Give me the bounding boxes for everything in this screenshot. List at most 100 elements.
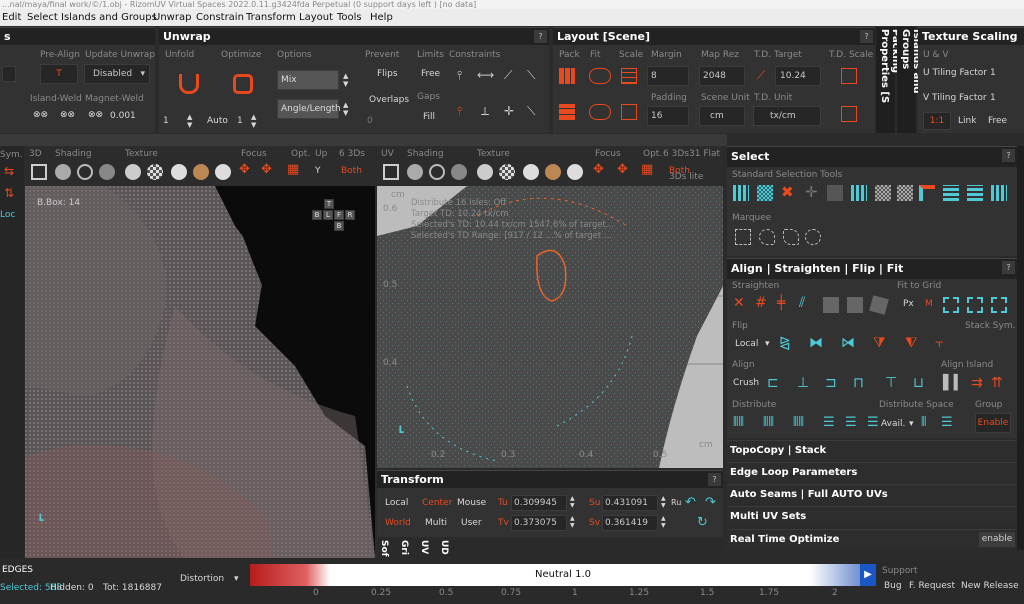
tv-field[interactable]: 0.373075 bbox=[511, 515, 567, 531]
packing-properties-tab[interactable]: Packing Properties [S bbox=[876, 27, 901, 133]
optimize-icon[interactable] bbox=[233, 74, 253, 94]
focus-selected-icon[interactable]: ✥ bbox=[261, 162, 272, 177]
update-unwrap-select[interactable]: Disabled ▾ bbox=[84, 64, 150, 84]
clear-constraint-icon[interactable]: ⟍ bbox=[527, 104, 535, 119]
distribute-c-icon[interactable]: ⫴⫴ bbox=[793, 415, 804, 430]
uv-solid-sphere-icon[interactable] bbox=[451, 164, 467, 180]
u-tiling-field[interactable]: 1 bbox=[990, 68, 996, 78]
invert-selection-icon[interactable] bbox=[827, 185, 843, 201]
section-auto-seams[interactable]: Auto Seams | Full AUTO UVs bbox=[727, 484, 1017, 504]
menu-edit[interactable]: Edit bbox=[2, 9, 21, 26]
magnet-weld-icon[interactable]: ⊗⊗ bbox=[88, 110, 103, 120]
angle-length-field[interactable]: Angle/Length bbox=[277, 99, 341, 119]
fit-icon[interactable] bbox=[589, 68, 611, 84]
distribute-a-icon[interactable]: ⫴⫴ bbox=[733, 415, 744, 430]
marquee-poly-icon[interactable] bbox=[783, 229, 799, 245]
grow-selection-icon[interactable]: ✛ bbox=[805, 183, 818, 201]
horizontal-constraint-icon[interactable]: ⟷ bbox=[477, 68, 494, 82]
distribute-b-icon[interactable]: ⫴⫴ bbox=[763, 415, 774, 430]
select-islands-icon[interactable] bbox=[733, 185, 749, 201]
right-scrollbar[interactable] bbox=[1017, 146, 1024, 550]
select-grid-icon[interactable] bbox=[991, 185, 1007, 201]
new-release-link[interactable]: New Release bbox=[961, 581, 1019, 591]
vertical-constraint-icon[interactable]: ⟂ bbox=[481, 104, 489, 119]
v-tiling-field[interactable]: 1 bbox=[990, 93, 996, 103]
select-help-button[interactable]: ? bbox=[1002, 149, 1015, 162]
texture-c-icon[interactable] bbox=[215, 164, 231, 180]
overlaps-value[interactable]: 0 bbox=[367, 116, 373, 126]
unfold-icon[interactable] bbox=[179, 74, 199, 94]
mix-stepper[interactable]: ▲ ▼ bbox=[343, 72, 348, 88]
align-island-a-icon[interactable]: ▌▍ bbox=[943, 375, 965, 391]
magnet-weld-value[interactable]: 0.001 bbox=[110, 111, 136, 121]
unfold-stepper[interactable]: ▲ ▼ bbox=[187, 113, 192, 129]
uv-texture-c-icon[interactable] bbox=[567, 164, 583, 180]
fit-grid-m-button[interactable]: M bbox=[925, 299, 933, 309]
align-island-b-icon[interactable]: ⇉ bbox=[971, 375, 983, 391]
select-rows-icon[interactable] bbox=[943, 185, 959, 201]
optimize-iterations-value[interactable]: 1 bbox=[237, 116, 243, 126]
optimize-auto-value[interactable]: Auto bbox=[207, 116, 228, 126]
align-help-button[interactable]: ? bbox=[1002, 261, 1015, 274]
unfold-iterations-value[interactable]: 1 bbox=[163, 116, 169, 126]
flip-u-icon[interactable]: ⧒ bbox=[841, 335, 855, 351]
uv-opt-icon[interactable]: ▦ bbox=[641, 162, 653, 177]
mix-field[interactable]: Mix bbox=[277, 70, 339, 90]
weld-icon[interactable]: ⊗⊗ bbox=[33, 110, 48, 120]
section-multi-uv-sets[interactable]: Multi UV Sets bbox=[727, 506, 1017, 526]
transform-multi-button[interactable]: Multi bbox=[425, 518, 447, 528]
align-island-c-icon[interactable]: ⇈ bbox=[991, 375, 1003, 391]
td-scale-apply-icon[interactable] bbox=[841, 106, 857, 122]
select-overlaps-icon[interactable] bbox=[851, 185, 867, 201]
align-right-icon[interactable]: ⊐ bbox=[825, 375, 837, 391]
mirror-b-icon[interactable]: ⧨ bbox=[905, 335, 918, 351]
sym-icon[interactable]: ⇆ bbox=[4, 164, 14, 178]
uv-frame-icon[interactable] bbox=[383, 164, 399, 180]
tu-stepper[interactable]: ▲ ▼ bbox=[570, 495, 575, 509]
deselect-icon[interactable]: ✖ bbox=[781, 183, 794, 201]
viewport-uv[interactable]: UV Shading Texture Focus Opt. 6 3Ds 31 F… bbox=[377, 146, 723, 468]
rotate-ccw-icon[interactable]: ↶ bbox=[685, 495, 696, 510]
fit-grid-c-icon[interactable] bbox=[991, 297, 1007, 313]
view-cube[interactable]: T B L F R B bbox=[312, 199, 355, 235]
select-border-icon[interactable] bbox=[919, 185, 935, 201]
map-rez-field[interactable]: 2048 bbox=[699, 66, 745, 86]
flip-local-select[interactable]: Local bbox=[735, 339, 758, 349]
tab-uv[interactable]: UV bbox=[419, 540, 429, 554]
ratio-button[interactable]: 1:1 bbox=[923, 112, 951, 130]
tu-field[interactable]: 0.309945 bbox=[511, 495, 567, 511]
straighten-x-icon[interactable]: ✕ bbox=[733, 295, 745, 311]
texture-sphere-icon[interactable] bbox=[125, 164, 141, 180]
align-top-icon[interactable]: ⊓ bbox=[853, 375, 864, 391]
marquee-circle-icon[interactable] bbox=[805, 229, 821, 245]
menu-unwrap[interactable]: Unwrap bbox=[153, 9, 191, 26]
select-flipped-icon[interactable] bbox=[875, 185, 891, 201]
view-cube-top[interactable]: T bbox=[324, 199, 334, 209]
td-scale-icon[interactable] bbox=[841, 68, 857, 84]
scene-unit-select[interactable]: cm bbox=[699, 106, 745, 126]
eyedropper-icon[interactable]: ⟋ bbox=[757, 68, 765, 83]
scale-all-icon[interactable] bbox=[621, 104, 637, 120]
margin-field[interactable]: 8 bbox=[647, 66, 689, 86]
su-stepper[interactable]: ▲ ▼ bbox=[661, 495, 666, 509]
transform-help-button[interactable]: ? bbox=[708, 473, 721, 486]
flip-h-icon[interactable]: ⧎ bbox=[779, 335, 791, 351]
transform-world-button[interactable]: World bbox=[385, 518, 411, 528]
distortion-select[interactable]: Distortion bbox=[180, 574, 224, 584]
shading-sphere-icon[interactable] bbox=[55, 164, 71, 180]
transform-local-button[interactable]: Local bbox=[385, 498, 408, 508]
fit-grid-px-button[interactable]: Px bbox=[903, 299, 914, 309]
menu-constrain[interactable]: Constrain bbox=[196, 9, 244, 26]
transform-center-button[interactable]: Center bbox=[422, 498, 452, 508]
scale-icon[interactable] bbox=[621, 68, 637, 84]
opt-icon[interactable]: ▦ bbox=[287, 162, 299, 177]
mirror-a-icon[interactable]: ⧩ bbox=[873, 335, 886, 351]
menu-tools[interactable]: Tools bbox=[337, 9, 362, 26]
diagonal-constraint-icon[interactable]: ⟋ bbox=[504, 68, 512, 83]
crush-button[interactable]: Crush bbox=[733, 378, 759, 388]
unwrap-help-button[interactable]: ? bbox=[534, 30, 547, 43]
padding-field[interactable]: 16 bbox=[647, 106, 689, 126]
uv-wire-sphere-icon[interactable] bbox=[429, 164, 445, 180]
texture-a-icon[interactable] bbox=[171, 164, 187, 180]
td-unit-select[interactable]: tx/cm bbox=[753, 106, 821, 126]
